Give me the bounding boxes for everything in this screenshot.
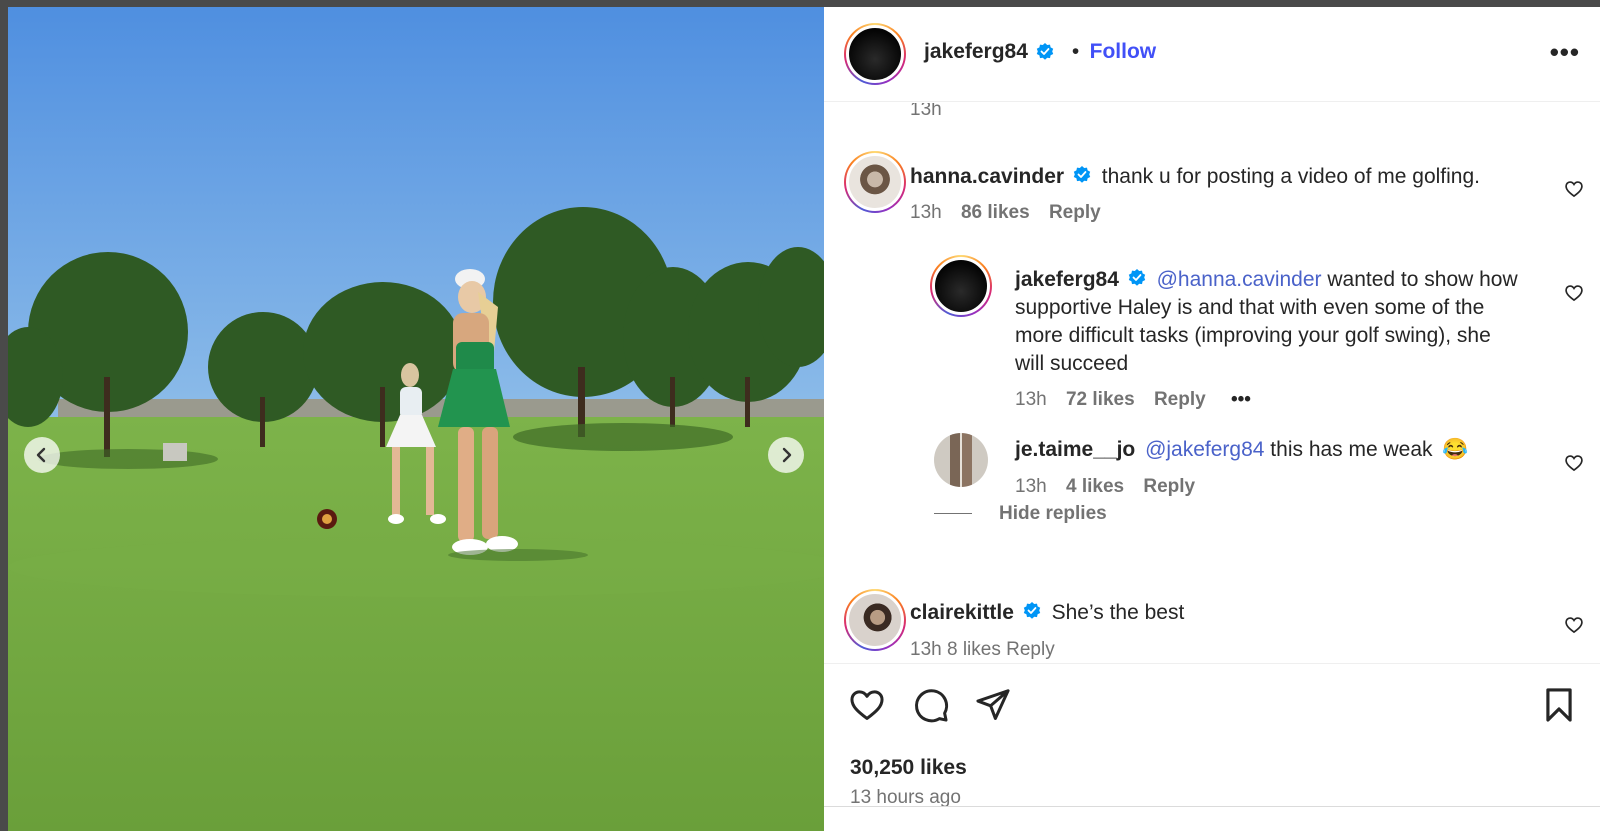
comment-likes[interactable]: 86 likes [961, 202, 1030, 223]
panel-bottom-divider [824, 806, 1600, 807]
reply-text-line-1: wanted to show how [1321, 268, 1518, 291]
laughing-emoji-icon: 😂 [1442, 438, 1469, 461]
reply-avatar-image [932, 257, 990, 315]
post-header: jakeferg84 • Follow ••• [824, 7, 1600, 102]
comments-list: 13h hanna.cavinder thank u for posting a… [824, 103, 1600, 663]
comment-meta-partial: 13h 8 likes Reply [910, 639, 1055, 660]
commenter-avatar[interactable] [844, 151, 906, 213]
heart-icon[interactable] [1564, 615, 1584, 635]
reply-username[interactable]: je.taime__jo [1015, 438, 1135, 461]
hide-replies-line [934, 513, 972, 514]
chevron-left-icon [36, 447, 46, 463]
follow-button[interactable]: Follow [1090, 40, 1157, 63]
reply-meta: 13h 4 likes Reply [1015, 476, 1195, 498]
mention-link[interactable]: @jakeferg84 [1145, 438, 1264, 461]
next-media-button[interactable] [768, 437, 804, 473]
comment-text: She’s the best [1051, 601, 1185, 624]
verified-badge-icon [1128, 269, 1145, 287]
reply-meta: 13h 72 likes Reply ••• [1015, 389, 1251, 411]
author-avatar-image [846, 25, 904, 83]
author-username[interactable]: jakeferg84 [924, 40, 1028, 63]
heart-icon[interactable] [1564, 453, 1584, 473]
reply-avatar[interactable] [930, 255, 992, 317]
bookmark-icon[interactable] [1540, 686, 1578, 724]
verified-badge-icon [1037, 42, 1054, 60]
comment-icon[interactable] [912, 686, 950, 724]
hide-replies-button[interactable]: Hide replies [999, 503, 1107, 525]
reply-body: je.taime__jo @jakeferg84 this has me wea… [1015, 436, 1469, 464]
reply-more-icon[interactable]: ••• [1231, 389, 1251, 410]
comment-body: hanna.cavinder thank u for posting a vid… [910, 163, 1480, 191]
more-options-button[interactable]: ••• [1550, 37, 1580, 68]
comment-body: clairekittle She’s the best [910, 599, 1184, 627]
previous-media-button[interactable] [24, 437, 60, 473]
comment-text: thank u for posting a video of me golfin… [1101, 165, 1480, 188]
reply-time: 13h [1015, 389, 1047, 410]
reply-body: jakeferg84 @hanna.cavinder wanted to sho… [1015, 266, 1555, 378]
reply-text-line-2: supportive Haley is and that with even s… [1015, 296, 1485, 319]
reply-time: 13h [1015, 476, 1047, 497]
reply-text-line-3: more difficult tasks (improving your gol… [1015, 324, 1491, 347]
heart-icon[interactable] [1564, 179, 1584, 199]
window-top-bar [0, 0, 1600, 7]
verified-badge-icon [1073, 166, 1091, 184]
reply-text: this has me weak [1264, 438, 1433, 461]
comment-username[interactable]: hanna.cavinder [910, 165, 1064, 188]
heart-icon[interactable] [848, 686, 886, 724]
reply-text-line-4: will succeed [1015, 352, 1129, 375]
chevron-right-icon [782, 447, 792, 463]
commenter-avatar-image [846, 153, 904, 211]
reply-username[interactable]: jakeferg84 [1015, 268, 1119, 291]
header-user-line: jakeferg84 • Follow [924, 40, 1156, 64]
verified-badge-icon [1023, 602, 1040, 620]
reply-button[interactable]: Reply [1154, 389, 1206, 410]
author-avatar[interactable] [844, 23, 906, 85]
share-icon[interactable] [974, 686, 1012, 724]
comment-username[interactable]: clairekittle [910, 601, 1014, 624]
mention-link[interactable]: @hanna.cavinder [1157, 268, 1322, 291]
window-left-edge [0, 7, 8, 831]
comment-time: 13h [910, 202, 942, 223]
reply-button[interactable]: Reply [1143, 476, 1195, 497]
commenter-avatar[interactable] [844, 589, 906, 651]
commenter-avatar-image [846, 591, 904, 649]
reply-likes[interactable]: 4 likes [1066, 476, 1124, 497]
comment-meta: 13h 86 likes Reply [910, 202, 1101, 224]
reply-button[interactable]: Reply [1049, 202, 1101, 223]
reply-avatar[interactable] [934, 433, 988, 487]
caption-timestamp: 13h [910, 103, 942, 120]
golf-course-photo [8, 7, 824, 831]
likes-count[interactable]: 30,250 likes [850, 756, 967, 780]
header-separator: • [1071, 40, 1080, 63]
reply-likes[interactable]: 72 likes [1066, 389, 1135, 410]
more-icon: ••• [1549, 37, 1580, 67]
post-detail-panel: jakeferg84 • Follow ••• 13h hanna.cavind… [824, 7, 1600, 831]
post-media[interactable] [8, 7, 824, 831]
heart-icon[interactable] [1564, 283, 1584, 303]
